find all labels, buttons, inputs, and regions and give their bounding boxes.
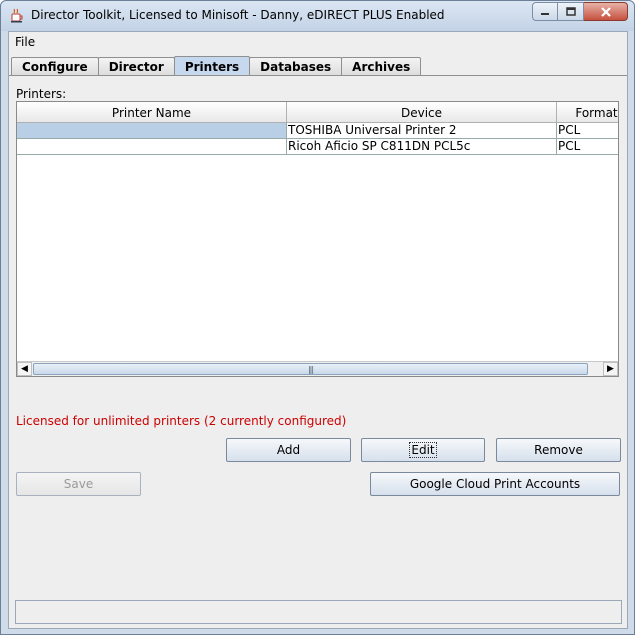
add-button[interactable]: Add (226, 438, 351, 462)
cell-format[interactable]: PCL (557, 123, 618, 139)
printers-label: Printers: (16, 87, 67, 101)
save-button-label: Save (63, 477, 94, 491)
maximize-icon (565, 6, 576, 16)
table-row[interactable]: Ricoh Aficio SP C811DN PCL5c PCL (17, 139, 618, 155)
google-cloud-print-accounts-label: Google Cloud Print Accounts (409, 477, 581, 491)
printers-table[interactable]: Printer Name Device Format TOSHIBA Unive… (16, 101, 619, 377)
tab-configure[interactable]: Configure (11, 57, 99, 76)
window-controls (532, 2, 628, 22)
scrollbar-thumb[interactable]: ||| (33, 363, 588, 375)
column-header-format[interactable]: Format (557, 102, 618, 123)
close-button[interactable] (584, 2, 628, 21)
scroll-left-button[interactable]: ◀ (17, 362, 32, 376)
cell-format[interactable]: PCL (557, 139, 618, 155)
tab-strip: Configure Director Printers Databases Ar… (11, 56, 422, 76)
edit-button-label: Edit (409, 442, 437, 458)
menu-file[interactable]: File (15, 35, 35, 49)
printers-panel: Printers: Printer Name Device Format TOS… (9, 76, 627, 628)
tab-printers[interactable]: Printers (173, 56, 251, 76)
java-cup-icon (11, 8, 23, 23)
column-header-device[interactable]: Device (287, 102, 557, 123)
license-status-text: Licensed for unlimited printers (2 curre… (16, 414, 347, 428)
minimize-button[interactable] (532, 2, 558, 21)
add-button-label: Add (276, 443, 301, 457)
table-row[interactable]: TOSHIBA Universal Printer 2 PCL (17, 123, 618, 139)
cell-printer-name[interactable] (17, 139, 287, 155)
column-header-printer-name[interactable]: Printer Name (17, 102, 287, 123)
tab-director[interactable]: Director (97, 57, 175, 76)
tab-archives[interactable]: Archives (341, 57, 422, 76)
google-cloud-print-accounts-button[interactable]: Google Cloud Print Accounts (370, 472, 620, 496)
table-header: Printer Name Device Format (17, 102, 618, 123)
close-icon (600, 6, 611, 17)
remove-button-label: Remove (534, 443, 583, 457)
client-area: File Configure Director Printers Databas… (8, 31, 628, 629)
cell-device[interactable]: TOSHIBA Universal Printer 2 (287, 123, 557, 139)
save-button[interactable]: Save (16, 472, 141, 496)
app-window: Director Toolkit, Licensed to Minisoft -… (0, 0, 635, 635)
scroll-right-button[interactable]: ▶ (603, 362, 618, 376)
title-bar[interactable]: Director Toolkit, Licensed to Minisoft -… (1, 1, 634, 31)
cell-device[interactable]: Ricoh Aficio SP C811DN PCL5c (287, 139, 557, 155)
edit-button[interactable]: Edit (361, 438, 485, 462)
horizontal-scrollbar[interactable]: ◀ ||| ▶ (17, 361, 618, 376)
status-bar (15, 600, 622, 624)
arrow-right-icon: ▶ (607, 364, 614, 374)
grip-icon: ||| (307, 364, 314, 374)
minimize-icon (541, 12, 549, 15)
menu-bar: File (9, 32, 627, 54)
cell-printer-name[interactable] (17, 123, 287, 139)
window-title: Director Toolkit, Licensed to Minisoft -… (31, 8, 445, 22)
remove-button[interactable]: Remove (496, 438, 621, 462)
arrow-left-icon: ◀ (21, 364, 28, 374)
maximize-button[interactable] (558, 2, 584, 21)
tab-databases[interactable]: Databases (249, 57, 343, 76)
